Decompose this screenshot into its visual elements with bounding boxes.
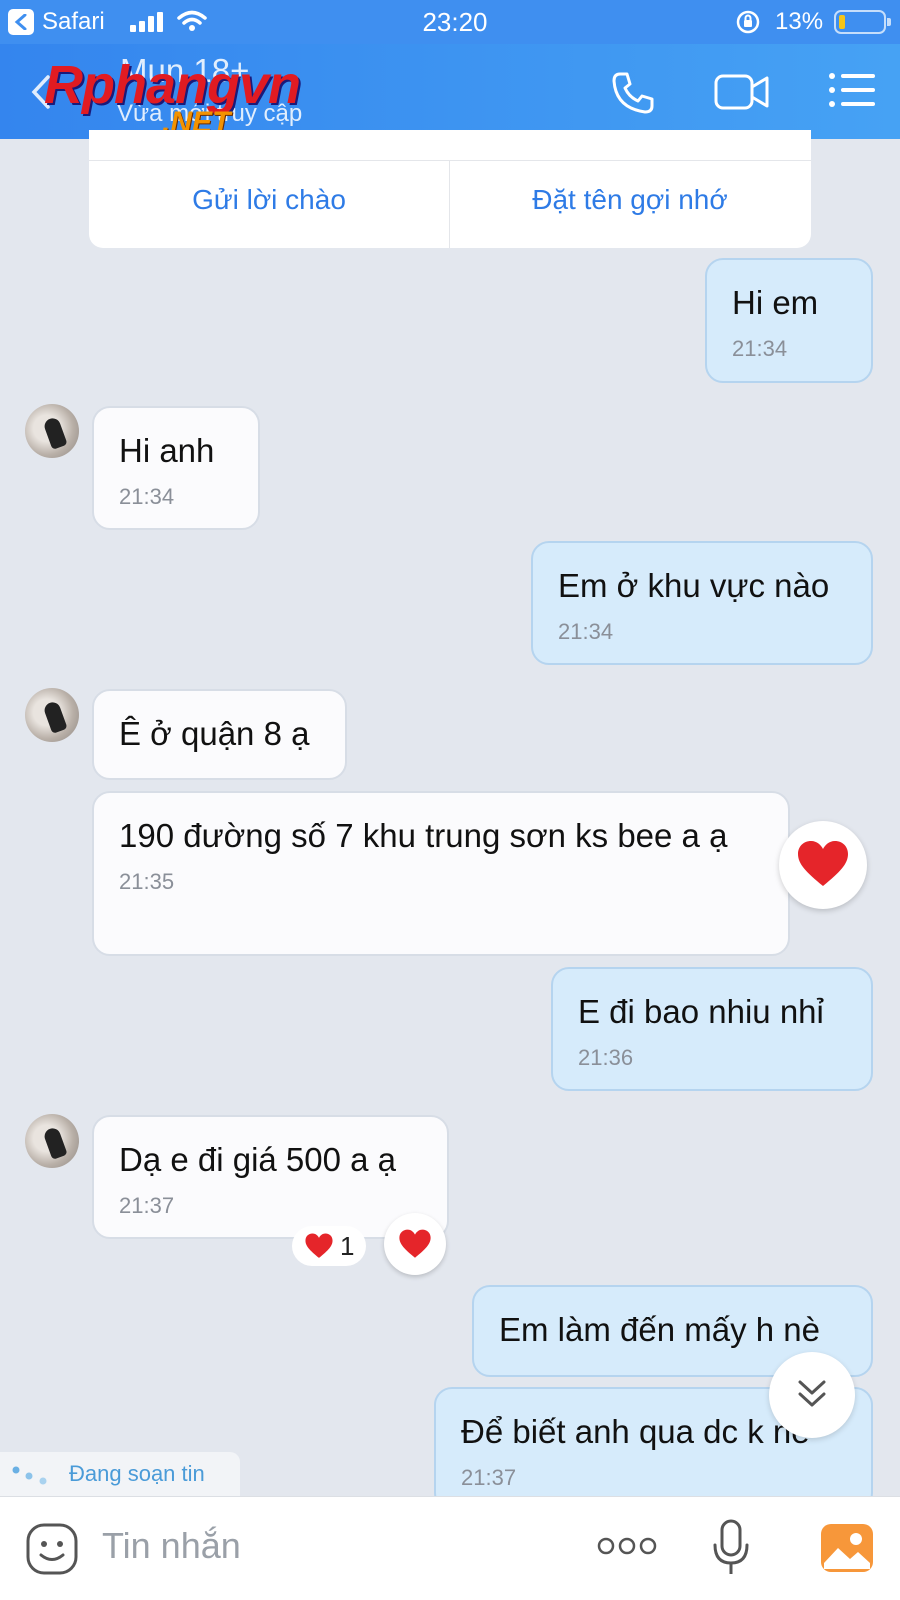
avatar[interactable] <box>25 404 79 458</box>
message-time: 21:37 <box>461 1465 517 1490</box>
reaction-summary[interactable]: 1 <box>292 1226 367 1266</box>
composer-bar: Tin nhắn <box>0 1496 900 1600</box>
message-text: Em ở khu vực nào <box>558 567 830 604</box>
message-text: Ê ở quận 8 ạ <box>119 715 310 752</box>
message-text: Hi em <box>732 284 819 321</box>
message-out[interactable]: Em ở khu vực nào 21:34 <box>531 541 873 665</box>
message-out[interactable]: E đi bao nhiu nhỉ 21:36 <box>551 967 873 1091</box>
status-bar: Safari 23:20 13% <box>0 0 900 44</box>
message-time: 21:34 <box>119 484 175 509</box>
heart-icon <box>798 841 848 886</box>
send-greeting-button[interactable]: Gửi lời chào <box>89 184 449 216</box>
menu-list-icon[interactable] <box>828 70 876 110</box>
video-call-icon[interactable] <box>714 70 770 114</box>
chat-header: Mun 18+ Vừa mới truy cập Rphangvn .NET <box>0 44 900 139</box>
message-time: 21:35 <box>119 869 175 894</box>
message-text: Em làm đến mấy h nè <box>499 1311 820 1348</box>
add-reaction-button[interactable] <box>384 1213 446 1275</box>
reaction-heart[interactable] <box>779 821 867 909</box>
photo-icon[interactable] <box>820 1523 874 1573</box>
clock: 23:20 <box>422 7 488 37</box>
typing-indicator: Đang soạn tin <box>0 1452 240 1496</box>
emoji-icon[interactable] <box>25 1522 79 1576</box>
scroll-down-icon <box>798 1380 826 1407</box>
heart-icon <box>399 1229 431 1258</box>
message-time: 21:36 <box>578 1045 634 1070</box>
message-in[interactable]: Hi anh 21:34 <box>92 406 260 530</box>
rotation-lock-icon <box>736 10 760 34</box>
typing-dots-icon <box>12 1466 47 1485</box>
message-time: 21:34 <box>558 619 614 644</box>
scroll-to-bottom-button[interactable] <box>769 1352 855 1438</box>
typing-label: Đang soạn tin <box>69 1461 205 1486</box>
battery-icon <box>834 10 891 34</box>
battery-percent: 13% <box>775 8 824 35</box>
avatar[interactable] <box>25 1114 79 1168</box>
message-in[interactable]: 190 đường số 7 khu trung sơn ks bee a ạ … <box>92 791 790 956</box>
message-time: 21:34 <box>732 336 788 361</box>
message-time: 21:37 <box>119 1193 175 1218</box>
message-text: Hi anh <box>119 432 215 469</box>
suggestion-card: Gửi lời chào Đặt tên gợi nhớ <box>89 130 811 248</box>
microphone-icon[interactable] <box>712 1519 750 1577</box>
heart-icon <box>305 1233 333 1258</box>
avatar[interactable] <box>25 688 79 742</box>
message-in[interactable]: Ê ở quận 8 ạ <box>92 689 347 780</box>
watermark-logo: Rphangvn .NET <box>44 54 301 139</box>
reaction-count: 1 <box>340 1230 355 1261</box>
message-out[interactable]: Hi em 21:34 <box>705 258 873 383</box>
phone-icon[interactable] <box>610 70 656 116</box>
message-text: 190 đường số 7 khu trung sơn ks bee a ạ <box>119 817 728 854</box>
set-nickname-button[interactable]: Đặt tên gợi nhớ <box>450 184 810 216</box>
more-icon[interactable] <box>597 1535 657 1557</box>
message-input[interactable]: Tin nhắn <box>102 1525 241 1567</box>
message-text: Dạ e đi giá 500 a ạ <box>119 1141 397 1178</box>
message-text: E đi bao nhiu nhỉ <box>578 993 824 1030</box>
